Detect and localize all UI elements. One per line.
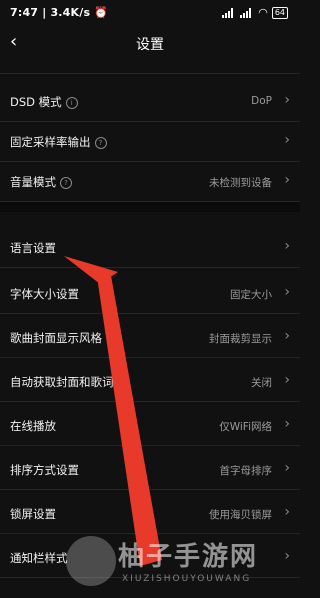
watermark-text: 柚子手游网 (118, 542, 259, 572)
watermark: 柚子手游网 XIUZISHOUYOUWANG (0, 528, 300, 598)
annotation-arrow (64, 256, 162, 566)
watermark-logo-icon (66, 536, 116, 586)
watermark-subtext: XIUZISHOUYOUWANG (122, 574, 252, 584)
arrow-shaft (96, 270, 162, 566)
